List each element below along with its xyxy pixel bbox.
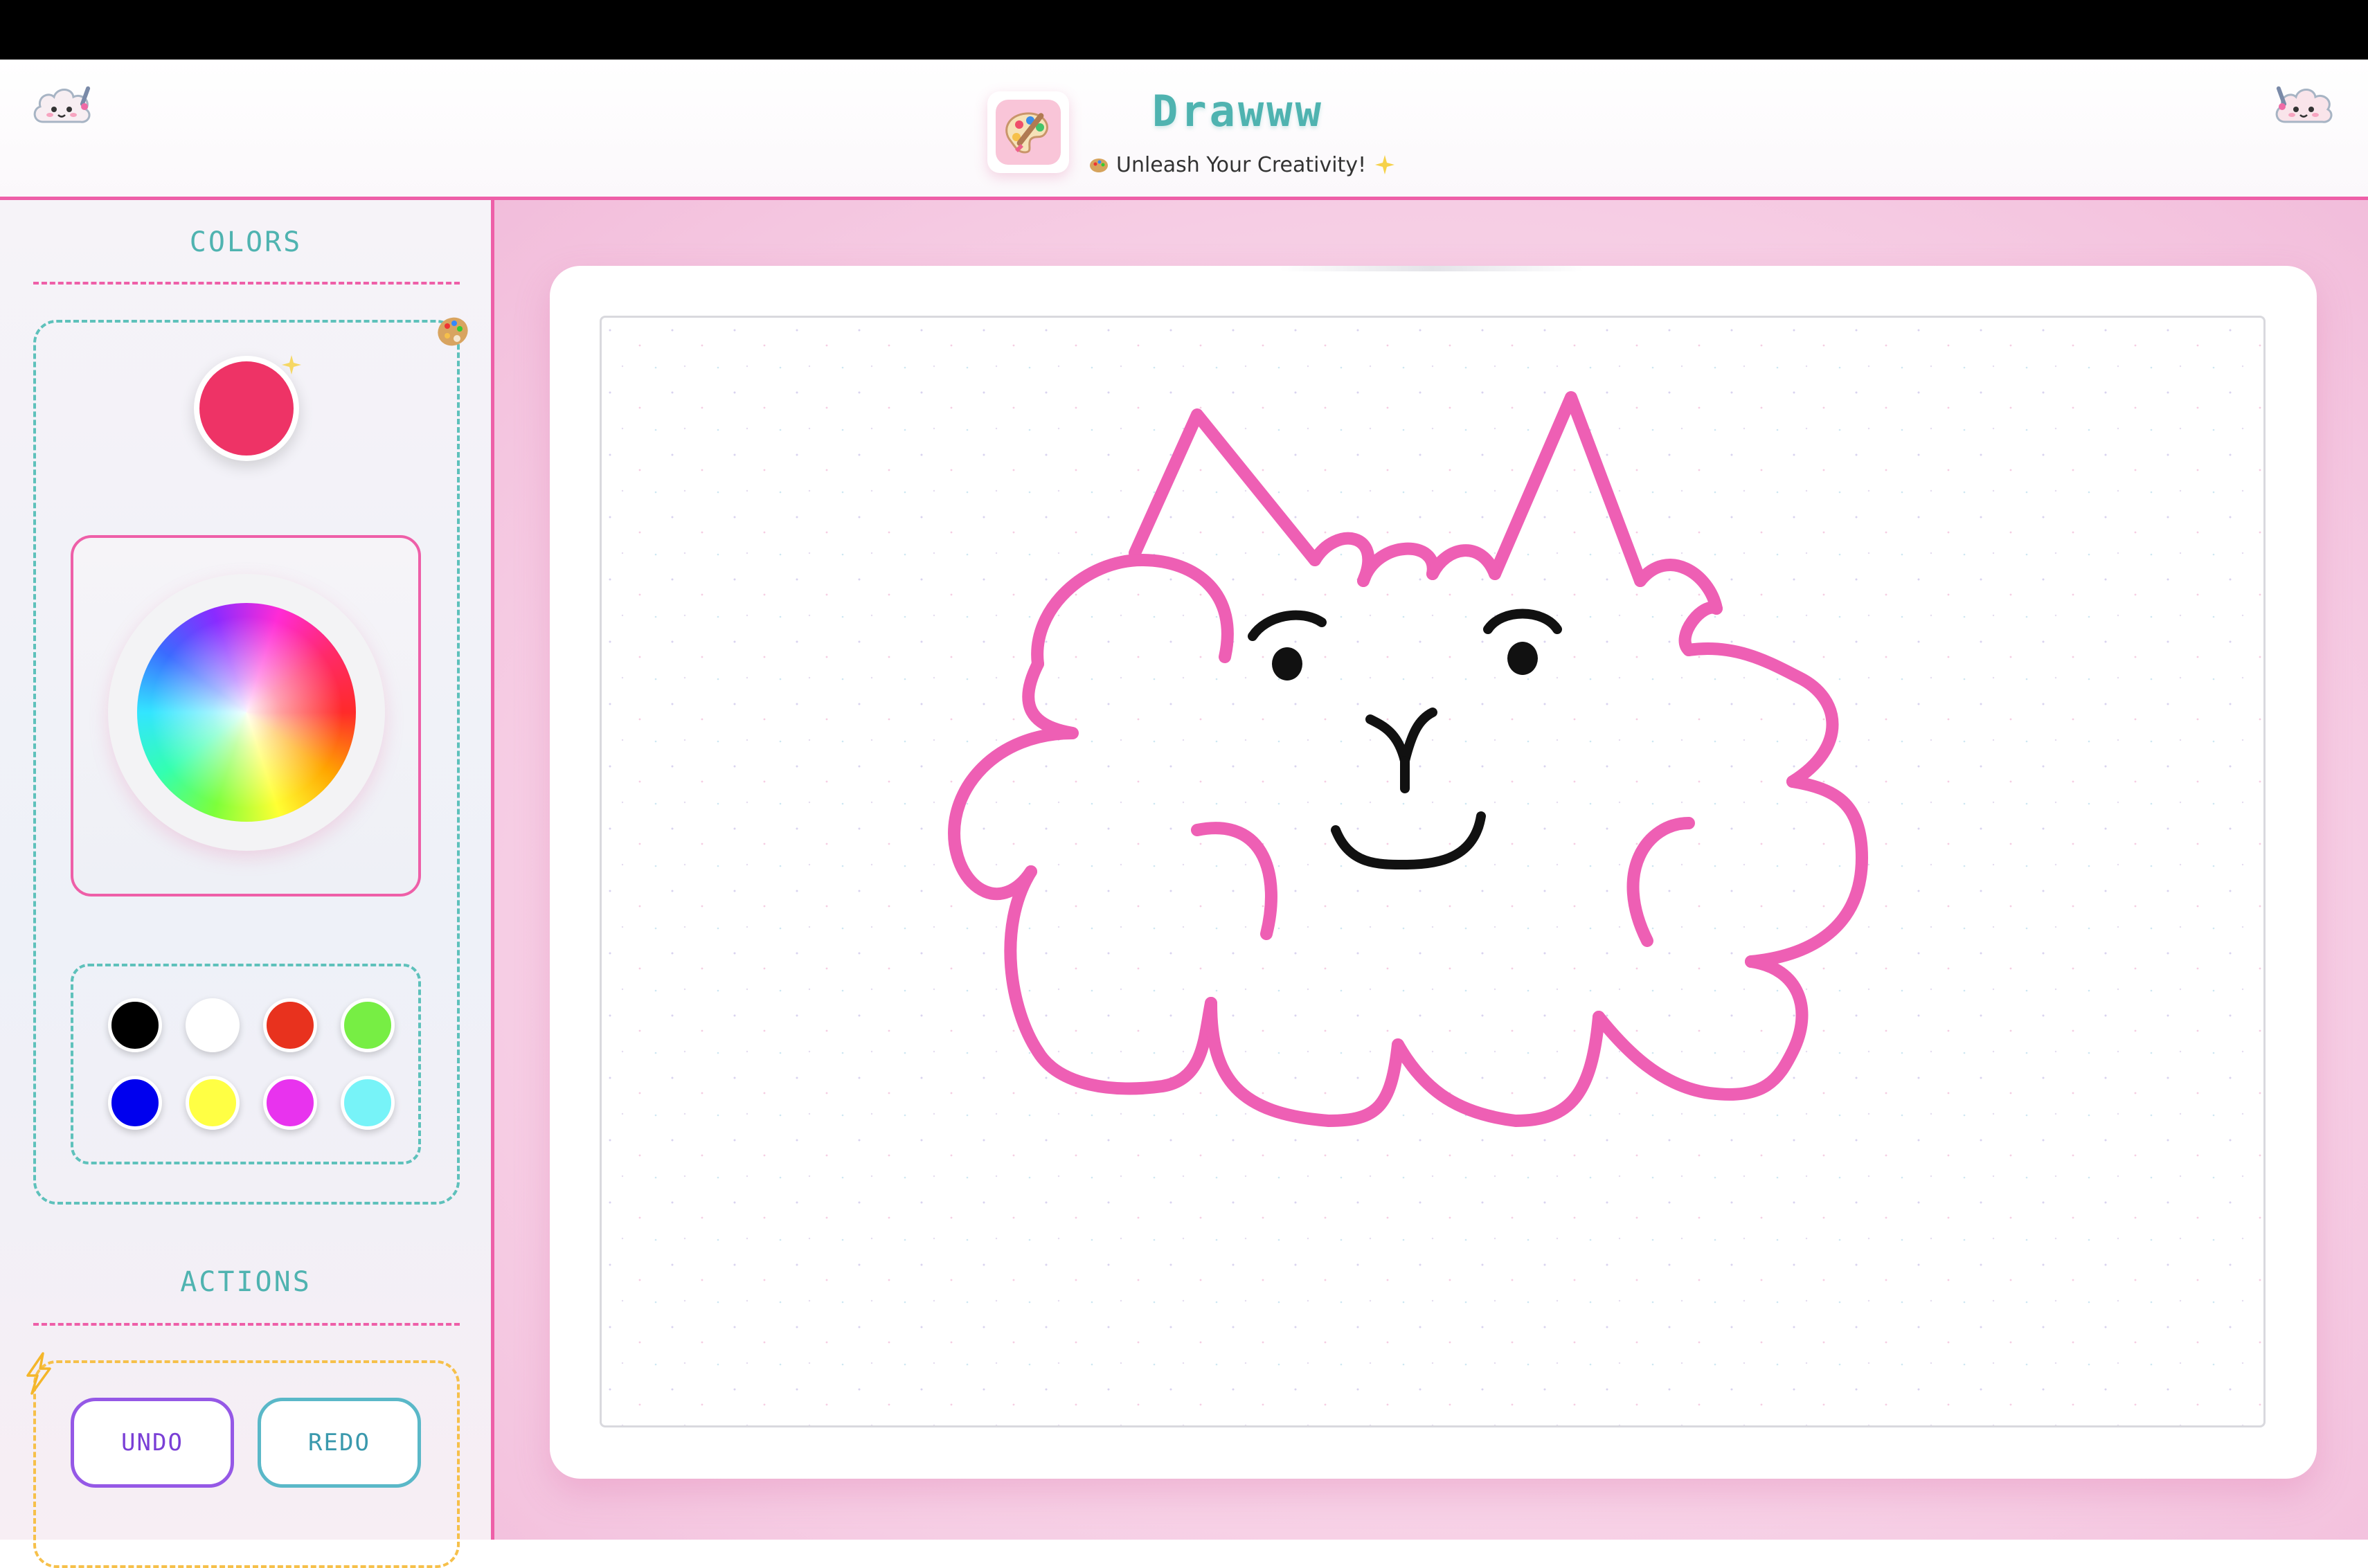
card-handle <box>1280 266 1584 271</box>
actions-section-title: ACTIONS <box>180 1266 312 1298</box>
system-top-bar <box>0 0 2368 60</box>
tagline-text: Unleash Your Creativity! <box>1116 152 1367 177</box>
color-wheel[interactable] <box>137 603 356 822</box>
swatch-red[interactable] <box>263 998 317 1052</box>
swatch-green[interactable] <box>341 998 395 1052</box>
swatch-white[interactable] <box>186 998 240 1052</box>
sparkle-icon <box>1375 155 1395 174</box>
preset-swatches <box>71 964 421 1164</box>
swatch-yellow[interactable] <box>186 1076 240 1130</box>
colors-section-title: COLORS <box>189 226 303 258</box>
palette-icon <box>438 317 468 346</box>
swatch-black[interactable] <box>108 998 162 1052</box>
cloud-mascot-icon <box>33 86 91 123</box>
actions-divider <box>33 1323 460 1326</box>
color-wheel-frame <box>108 574 385 851</box>
colors-divider <box>33 282 460 285</box>
palette-icon <box>1090 159 1108 172</box>
swatch-blue[interactable] <box>108 1076 162 1130</box>
canvas-drawing <box>602 318 2263 1425</box>
tool-sidebar: COLORS ACTIONS UNDO REDO <box>0 200 494 1568</box>
color-wheel-panel <box>71 535 421 896</box>
app-title: Drawww <box>1152 86 1324 136</box>
swatch-magenta[interactable] <box>263 1076 317 1130</box>
canvas-card <box>550 266 2317 1479</box>
cloud-mascot-icon <box>2275 86 2333 123</box>
redo-button[interactable]: REDO <box>258 1398 421 1488</box>
canvas-area <box>494 200 2368 1540</box>
tagline: Unleash Your Creativity! <box>1088 150 1397 180</box>
app-header: Drawww Unleash Your Creativity! <box>0 60 2368 200</box>
drawing-canvas[interactable] <box>600 316 2266 1427</box>
sparkle-icon <box>282 355 301 375</box>
app-logo <box>987 91 1069 173</box>
swatch-cyan[interactable] <box>341 1076 395 1130</box>
lightning-icon <box>26 1352 51 1395</box>
palette-brush-icon <box>996 100 1061 165</box>
undo-button[interactable]: UNDO <box>71 1398 234 1488</box>
